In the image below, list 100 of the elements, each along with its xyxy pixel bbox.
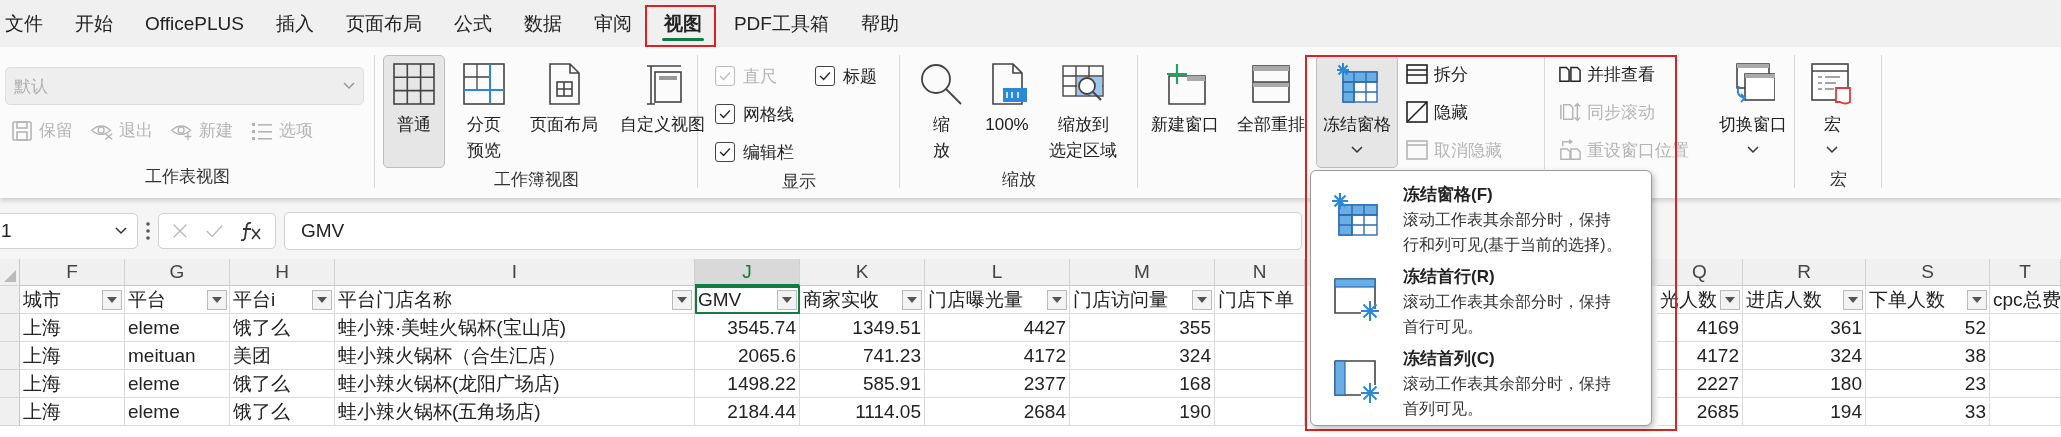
caret-icon bbox=[1351, 146, 1363, 154]
table-cell: 23 bbox=[1866, 370, 1990, 398]
macros-button[interactable]: 宏 bbox=[1801, 55, 1863, 168]
table-header-cell-text: 门店曝光量 bbox=[928, 287, 1023, 312]
dropdown-arrow-icon bbox=[677, 296, 687, 303]
column-header[interactable]: L bbox=[925, 259, 1070, 286]
dropdown-arrow-icon bbox=[1848, 296, 1858, 303]
view-button[interactable]: 分页 预览 bbox=[453, 55, 515, 168]
table-header-cell-text: 门店访问量 bbox=[1073, 287, 1168, 312]
table-cell bbox=[1990, 370, 2061, 398]
name-box[interactable]: 1 bbox=[0, 212, 138, 249]
ribbon-tab[interactable]: 插入 bbox=[259, 0, 330, 47]
ribbon-tab[interactable]: 公式 bbox=[437, 0, 508, 47]
ribbon-tab[interactable]: 数据 bbox=[507, 0, 578, 47]
zoom-button[interactable]: 100% bbox=[976, 55, 1038, 168]
ribbon-tab[interactable]: 页面布局 bbox=[329, 0, 438, 47]
ribbon-tab[interactable]: 开始 bbox=[59, 0, 129, 47]
group-label: 工作簿视图 bbox=[492, 169, 580, 191]
check-icon bbox=[818, 69, 832, 83]
column-header[interactable]: H bbox=[230, 259, 335, 286]
check-icon bbox=[718, 145, 732, 159]
dropdown-arrow-icon bbox=[107, 296, 117, 303]
corner-triangle-icon bbox=[4, 270, 16, 282]
window-button[interactable]: 冻结窗格 bbox=[1316, 55, 1398, 168]
page-break-icon bbox=[462, 62, 506, 106]
formula-input[interactable]: GMV bbox=[284, 211, 1302, 250]
dropdown-arrow-icon bbox=[1052, 296, 1062, 303]
column-header[interactable]: R bbox=[1743, 259, 1866, 286]
view-button[interactable]: 自定义视图 bbox=[613, 55, 712, 168]
checkbox[interactable]: 网格线 bbox=[715, 95, 815, 133]
column-header[interactable]: Q bbox=[1657, 259, 1743, 286]
table-cell: 4169 bbox=[1657, 314, 1743, 342]
column-header[interactable]: F bbox=[20, 259, 125, 286]
column-header[interactable]: T bbox=[1990, 259, 2061, 286]
column-header[interactable]: J bbox=[695, 259, 800, 286]
filter-dropdown-button[interactable] bbox=[1192, 289, 1212, 310]
window-command-button[interactable]: 并排查看 bbox=[1544, 55, 1694, 93]
filter-dropdown-button[interactable] bbox=[1047, 289, 1067, 310]
window-button[interactable]: 全部重排 bbox=[1230, 55, 1312, 168]
column-header[interactable]: S bbox=[1866, 259, 1990, 286]
zoom-button[interactable]: 缩放到 选定区域 bbox=[1042, 55, 1124, 168]
table-cell: 美团 bbox=[230, 342, 335, 370]
filter-dropdown-button[interactable] bbox=[1967, 289, 1987, 310]
filter-dropdown-button[interactable] bbox=[102, 289, 122, 310]
ribbon-tab[interactable]: 文件 bbox=[0, 0, 59, 47]
table-cell: 741.23 bbox=[800, 342, 925, 370]
table-cell: 324 bbox=[1070, 342, 1215, 370]
table-cell: 上海 bbox=[20, 342, 125, 370]
checkbox[interactable]: 编辑栏 bbox=[715, 133, 815, 171]
menu-item[interactable]: 冻结首列(C) 滚动工作表其余部分时，保持 首列可见。 bbox=[1311, 341, 1651, 423]
group-label: 缩放 bbox=[1000, 169, 1037, 191]
column-header[interactable]: I bbox=[335, 259, 695, 286]
table-cell: 4172 bbox=[1657, 342, 1743, 370]
filter-dropdown-button[interactable] bbox=[902, 289, 922, 310]
ribbon-tab[interactable]: 视图 bbox=[647, 0, 718, 47]
view-button[interactable]: 页面布局 bbox=[523, 55, 605, 168]
column-header[interactable]: G bbox=[125, 259, 230, 286]
ribbon-tab[interactable]: 审阅 bbox=[577, 0, 648, 47]
table-cell: 饿了么 bbox=[230, 370, 335, 398]
group-label: 显示 bbox=[780, 171, 817, 193]
filter-dropdown-button[interactable] bbox=[1720, 289, 1740, 310]
table-cell: 361 bbox=[1743, 314, 1866, 342]
window-button[interactable]: 新建窗口 bbox=[1144, 55, 1226, 168]
dropdown-arrow-icon bbox=[1197, 296, 1207, 303]
checkbox[interactable]: 标题 bbox=[815, 57, 899, 95]
table-cell: 饿了么 bbox=[230, 314, 335, 342]
highlight-frame bbox=[645, 5, 716, 47]
filter-dropdown-button[interactable] bbox=[312, 289, 332, 310]
table-header-cell-text: 商家实收 bbox=[803, 287, 879, 312]
caret-icon bbox=[343, 82, 355, 90]
table-cell: 33 bbox=[1866, 398, 1990, 426]
window-command-button[interactable]: 隐藏 bbox=[1406, 93, 1544, 131]
filter-dropdown-button[interactable] bbox=[777, 289, 797, 310]
function-icon[interactable] bbox=[239, 220, 263, 241]
view-button[interactable]: 普通 bbox=[383, 55, 445, 168]
table-cell: 2065.6 bbox=[695, 342, 800, 370]
table-cell: 2227 bbox=[1657, 370, 1743, 398]
filter-dropdown-button[interactable] bbox=[1843, 289, 1863, 310]
split-icon bbox=[1406, 63, 1428, 85]
ribbon-tab[interactable]: 帮助 bbox=[844, 0, 915, 47]
ribbon-tab[interactable]: OfficePLUS bbox=[129, 0, 260, 47]
menu-item[interactable]: 冻结窗格(F) 滚动工作表其余部分时，保持 行和列可见(基于当前的选择)。 bbox=[1311, 177, 1651, 259]
table-cell: 2377 bbox=[925, 370, 1070, 398]
ribbon-tab[interactable]: PDF工具箱 bbox=[717, 0, 845, 47]
filter-dropdown-button[interactable] bbox=[207, 289, 227, 310]
column-header[interactable]: K bbox=[800, 259, 925, 286]
filter-dropdown-button[interactable] bbox=[672, 289, 692, 310]
dropdown-arrow-icon bbox=[317, 296, 327, 303]
table-cell bbox=[1990, 398, 2061, 426]
table-cell: 585.91 bbox=[800, 370, 925, 398]
window-command-button[interactable]: 拆分 bbox=[1406, 55, 1544, 93]
caret-icon bbox=[1826, 146, 1838, 154]
menu-item[interactable]: 冻结首行(R) 滚动工作表其余部分时，保持 首行可见。 bbox=[1311, 259, 1651, 341]
table-cell: eleme bbox=[125, 398, 230, 426]
column-header[interactable]: M bbox=[1070, 259, 1215, 286]
dropdown-arrow-icon bbox=[1972, 296, 1982, 303]
dropdown-arrow-icon bbox=[907, 296, 917, 303]
switch-windows-button[interactable]: 切换窗口 bbox=[1712, 55, 1794, 168]
zoom-button[interactable]: 缩 放 bbox=[910, 55, 972, 168]
column-header[interactable]: N bbox=[1215, 259, 1305, 286]
